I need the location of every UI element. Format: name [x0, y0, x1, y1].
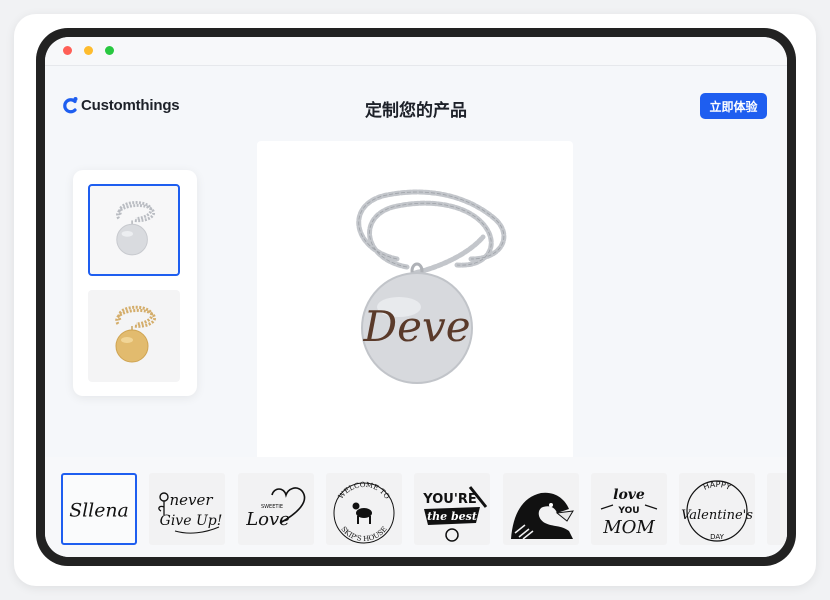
- dog-icon: [352, 502, 372, 524]
- the-best-text: the best: [427, 510, 477, 523]
- youre-text: YOU'RE: [422, 492, 476, 507]
- maximize-window-dot[interactable]: [105, 46, 114, 55]
- thumbnail-silver-necklace[interactable]: [88, 184, 180, 276]
- design-happy-valentines-day[interactable]: HAPPY Valentine's DAY: [679, 473, 755, 545]
- design-welcome-skips-house[interactable]: WELCOME TO SKIP'S HOUSE: [326, 473, 402, 545]
- window-titlebar: [45, 37, 787, 66]
- mom-text: MOM: [602, 517, 655, 538]
- close-window-dot[interactable]: [63, 46, 72, 55]
- minimize-window-dot[interactable]: [84, 46, 93, 55]
- design-youre-the-best[interactable]: YOU'RE the best: [414, 473, 490, 545]
- flower-icon: [158, 492, 169, 515]
- never-text: never: [169, 491, 213, 509]
- gold-necklace-image: [115, 305, 157, 363]
- valentines-text: Valentine's: [681, 508, 753, 523]
- product-thumbnail-panel: [73, 170, 197, 396]
- app-window: Customthings 定制您的产品 立即体验 Deve Sllena nev…: [45, 37, 787, 557]
- happy-arc-text: HAPPY: [702, 480, 732, 492]
- try-now-button[interactable]: 立即体验: [700, 93, 767, 119]
- eagle-icon: [511, 492, 574, 540]
- give-up-text: Give Up!: [160, 513, 223, 529]
- baseball-icon: [445, 528, 459, 542]
- design-love-you-mom[interactable]: love YOU MOM: [591, 473, 667, 545]
- product-preview: Deve: [257, 141, 573, 461]
- thumbnail-gold-necklace[interactable]: [88, 290, 180, 382]
- you-text: YOU: [617, 506, 639, 516]
- love-text: Love: [245, 509, 290, 530]
- app-header: Customthings 定制您的产品 立即体验: [45, 66, 787, 136]
- day-text: DAY: [710, 533, 725, 541]
- design-template-strip: Sllena never Give Up! SWEETIE Love WELCO…: [45, 457, 787, 557]
- design-never-give-up[interactable]: never Give Up!: [149, 473, 225, 545]
- design-sweetie-love[interactable]: SWEETIE Love: [238, 473, 314, 545]
- design-sllena[interactable]: Sllena: [61, 473, 137, 545]
- welcome-arc-text: WELCOME TO: [337, 481, 391, 501]
- silver-necklace-image: [116, 201, 156, 256]
- page-title: 定制您的产品: [365, 101, 467, 121]
- necklace-preview-image: Deve: [356, 189, 507, 384]
- design-eagle[interactable]: [503, 473, 579, 545]
- engraving-text: Deve: [362, 302, 470, 351]
- love-script-text: love: [613, 487, 645, 503]
- design-partial-next[interactable]: [767, 473, 787, 545]
- skips-house-arc-text: SKIP'S HOUSE: [339, 525, 388, 543]
- device-bezel: Customthings 定制您的产品 立即体验 Deve Sllena nev…: [36, 28, 796, 566]
- design-sllena-text: Sllena: [69, 500, 129, 522]
